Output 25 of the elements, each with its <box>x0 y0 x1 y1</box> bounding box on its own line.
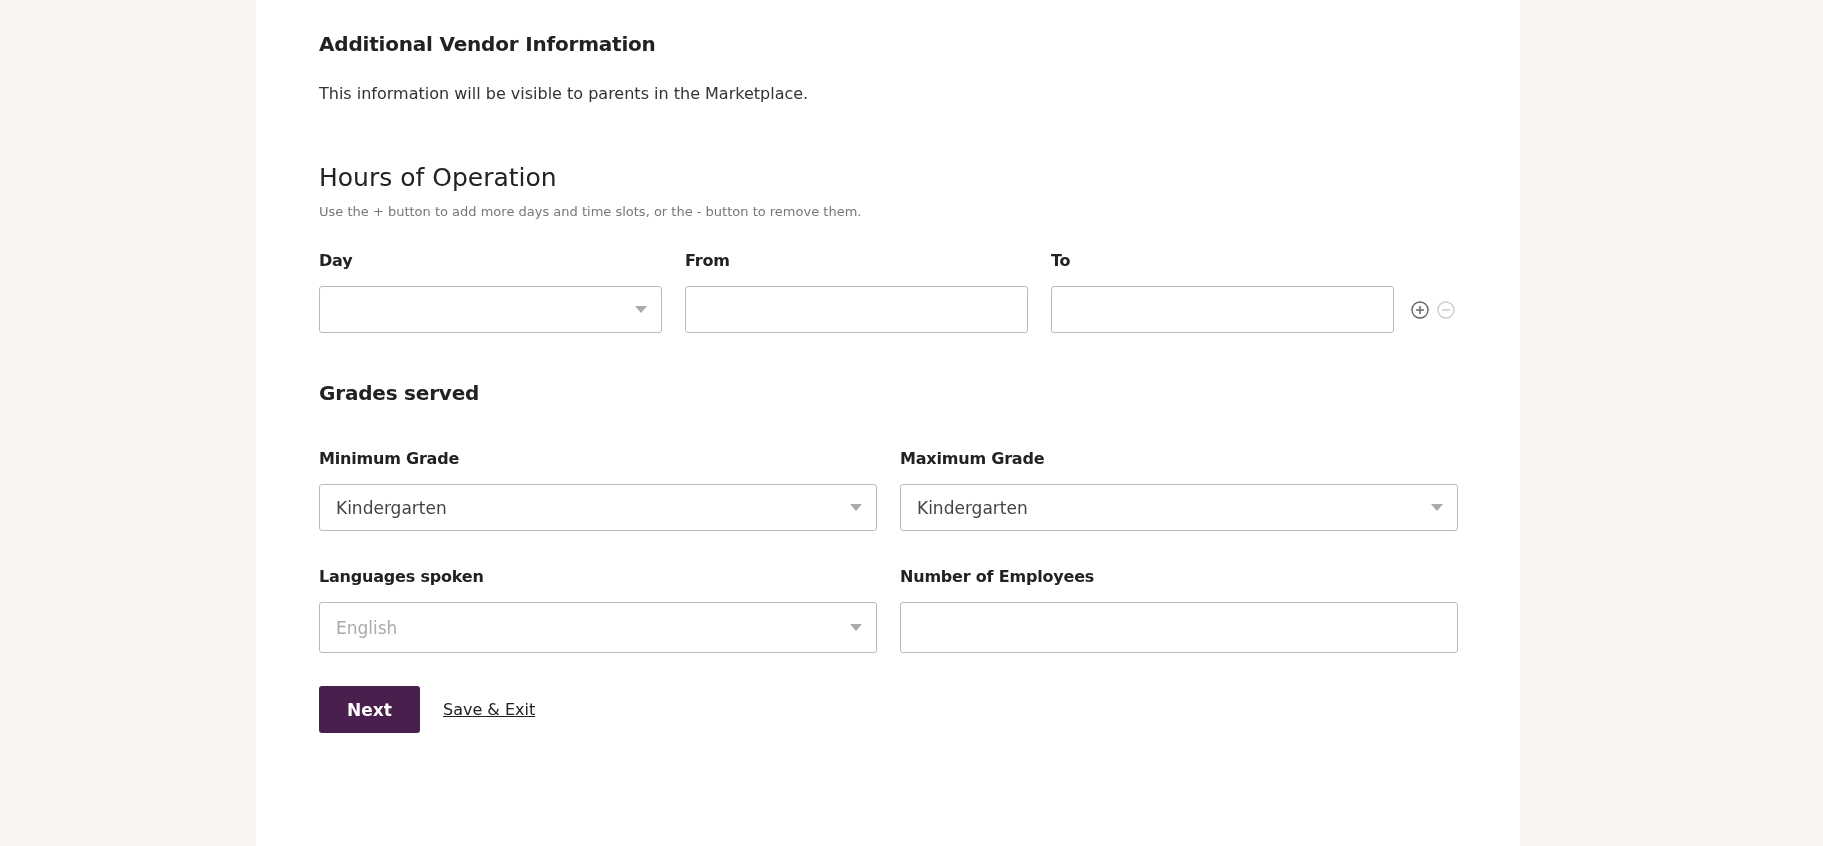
field-label: Maximum Grade <box>900 449 1046 468</box>
field-label: From <box>685 251 731 270</box>
next-button[interactable]: Next <box>319 686 420 733</box>
hours-title: Hours of Operation <box>319 163 558 192</box>
field-label: Minimum Grade <box>319 449 461 468</box>
caret-icon <box>635 306 647 313</box>
caret-icon <box>850 504 862 511</box>
field-label: Day <box>319 251 354 270</box>
section-title: Additional Vendor Information <box>319 32 657 56</box>
save-exit-link[interactable]: Save & Exit <box>443 700 536 719</box>
field-label: Number of Employees <box>900 567 1096 586</box>
caret-icon <box>850 624 862 631</box>
select-field[interactable]: Kindergarten <box>319 484 877 531</box>
hours-hint: Use the + button to add more days and time slots, or the - button to remove them. <box>319 204 863 219</box>
field-label: Languages spoken <box>319 567 485 586</box>
select-field[interactable] <box>319 286 662 333</box>
select-field[interactable]: Kindergarten <box>900 484 1458 531</box>
field-label: To <box>1051 251 1072 270</box>
input-field[interactable] <box>900 602 1458 653</box>
input-field[interactable] <box>1051 286 1394 333</box>
add-icon[interactable] <box>1411 300 1429 319</box>
grades-title: Grades served <box>319 381 481 405</box>
input-field[interactable] <box>685 286 1028 333</box>
caret-icon <box>1431 504 1443 511</box>
section-description: This information will be visible to parents in the Marketplace. <box>319 84 810 103</box>
